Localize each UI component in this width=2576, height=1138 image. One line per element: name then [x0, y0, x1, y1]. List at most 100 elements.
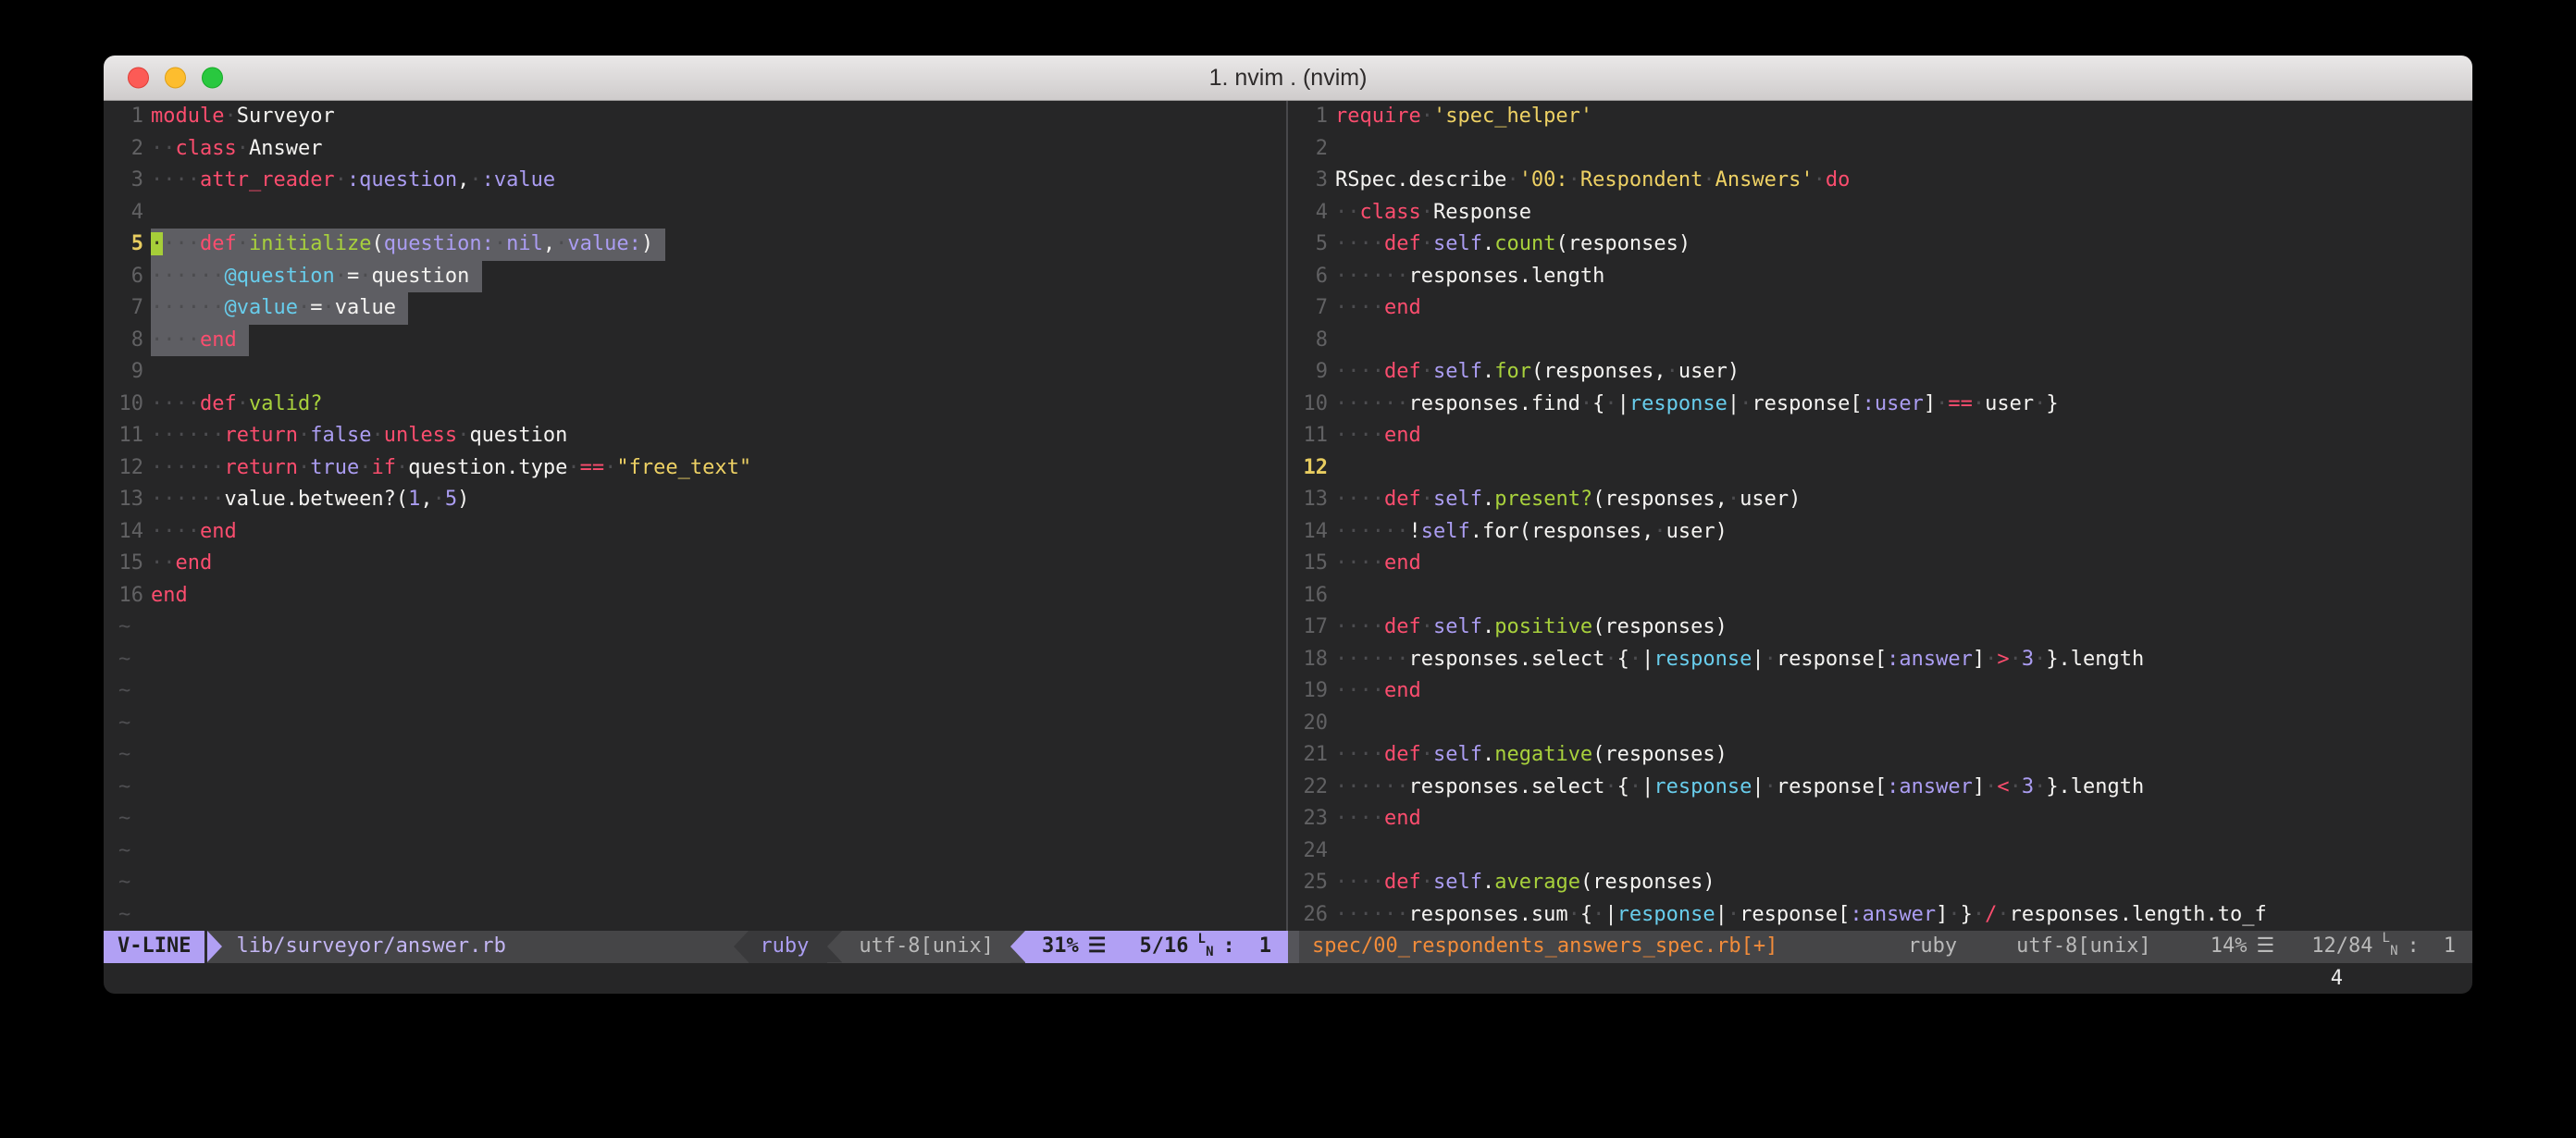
- empty-line[interactable]: 8: [1288, 325, 2472, 357]
- token-kw: def: [1384, 615, 1421, 638]
- code-line[interactable]: 13······value.between?(1,·5): [104, 484, 1286, 516]
- token-cy: response: [1653, 775, 1752, 798]
- code-line[interactable]: 3····attr_reader·:question,·:value: [104, 165, 1286, 197]
- close-button[interactable]: [128, 68, 149, 89]
- line-number: 5: [104, 229, 143, 261]
- code-line[interactable]: 3RSpec.describe·'00:·Respondent·Answers'…: [1288, 165, 2472, 197]
- line-number-icon: LN: [1198, 932, 1214, 961]
- code-text: ····end: [1335, 420, 1421, 452]
- token-ws: ·: [1973, 392, 1985, 415]
- scroll-percent: 31%: [1042, 931, 1079, 963]
- token-kw: >: [1997, 648, 2009, 671]
- token-pl: ): [457, 488, 469, 511]
- code-line[interactable]: 19····end: [1288, 675, 2472, 708]
- tilde-marker: ~: [104, 867, 130, 899]
- token-pl: {: [1617, 648, 1629, 671]
- line-number: 22: [1288, 772, 1328, 804]
- editor-pane-left[interactable]: 1module·Surveyor2··class·Answer3····attr…: [104, 101, 1286, 931]
- empty-line[interactable]: 4: [104, 197, 1286, 229]
- empty-line[interactable]: 9: [104, 356, 1286, 389]
- empty-line[interactable]: 24: [1288, 835, 2472, 868]
- code-line[interactable]: 22······responses.select·{·|response|·re…: [1288, 772, 2472, 804]
- token-ws: ·: [237, 392, 249, 415]
- code-line[interactable]: 26······responses.sum·{·|response|·respo…: [1288, 899, 2472, 932]
- code-line[interactable]: 11····end: [1288, 420, 2472, 452]
- code-line[interactable]: 13····def·self.present?(responses,·user): [1288, 484, 2472, 516]
- empty-line[interactable]: 2: [1288, 133, 2472, 166]
- code-line[interactable]: 9····def·self.for(responses,·user): [1288, 356, 2472, 389]
- token-kw: ==: [1948, 392, 1973, 415]
- token-kw: def: [200, 232, 237, 255]
- line-number: 12: [104, 452, 143, 485]
- code-line[interactable]: 10····def·valid?: [104, 389, 1286, 421]
- token-ws: ·: [298, 456, 310, 479]
- code-line[interactable]: 6······responses.length: [1288, 261, 2472, 293]
- code-line[interactable]: 15··end: [104, 548, 1286, 580]
- minimize-button[interactable]: [165, 68, 186, 89]
- token-ws: ····: [1335, 232, 1384, 255]
- token-fn: initialize: [249, 232, 371, 255]
- empty-line[interactable]: 12: [1288, 452, 2472, 485]
- token-pl: .: [1482, 871, 1494, 894]
- tilde-line: ~: [104, 644, 1286, 676]
- code-line[interactable]: 25····def·self.average(responses): [1288, 867, 2472, 899]
- code-line[interactable]: 5····def·self.count(responses): [1288, 229, 2472, 261]
- code-line[interactable]: 16end: [104, 580, 1286, 612]
- code-line[interactable]: 5····def·initialize(question:·nil,·value…: [104, 229, 1286, 261]
- code-line[interactable]: 1module·Surveyor: [104, 101, 1286, 133]
- pending-command-count: 4: [2331, 963, 2343, 995]
- empty-line[interactable]: 16: [1288, 580, 2472, 612]
- selected-code-text: ······@value·=·value: [151, 292, 408, 325]
- token-pl: (responses): [1592, 743, 1728, 766]
- code-line[interactable]: 15····end: [1288, 548, 2472, 580]
- code-line[interactable]: 7····end: [1288, 292, 2472, 325]
- token-kw: end: [1384, 679, 1421, 702]
- code-text: ····def·self.positive(responses): [1335, 612, 1728, 644]
- tilde-marker: ~: [104, 803, 130, 835]
- token-str: 'spec_helper': [1433, 105, 1592, 128]
- token-pl: |: [1752, 775, 1764, 798]
- window-titlebar[interactable]: 1. nvim . (nvim): [104, 56, 2472, 101]
- code-line[interactable]: 2··class·Answer: [104, 133, 1286, 166]
- code-text: ··class·Answer: [151, 133, 322, 166]
- tilde-marker: ~: [104, 772, 130, 804]
- code-text: ······!self.for(responses,·user): [1335, 516, 1728, 549]
- code-line[interactable]: 1require·'spec_helper': [1288, 101, 2472, 133]
- code-line[interactable]: 7······@value·=·value: [104, 292, 1286, 325]
- command-line[interactable]: 4: [104, 963, 2472, 995]
- code-line[interactable]: 14····end: [104, 516, 1286, 549]
- token-kw: if: [371, 456, 396, 479]
- token-pu: self: [1433, 232, 1482, 255]
- token-ws: ·: [1421, 105, 1433, 128]
- code-line[interactable]: 23····end: [1288, 803, 2472, 835]
- code-line[interactable]: 14······!self.for(responses,·user): [1288, 516, 2472, 549]
- zoom-button[interactable]: [202, 68, 223, 89]
- code-line[interactable]: 18······responses.select·{·|response|·re…: [1288, 644, 2472, 676]
- selected-code-text: ····def·initialize(question:·nil,·value:…: [151, 229, 665, 261]
- token-ws: ······: [1335, 903, 1408, 926]
- code-line[interactable]: 4··class·Response: [1288, 197, 2472, 229]
- code-text: ····def·self.present?(responses,·user): [1335, 484, 1801, 516]
- code-text: ······responses.select·{·|response|·resp…: [1335, 644, 2144, 676]
- token-pl: (responses): [1555, 232, 1690, 255]
- line-number: 11: [104, 420, 143, 452]
- token-ws: ·: [396, 456, 408, 479]
- code-text: ······responses.find·{·|response|·respon…: [1335, 389, 2059, 421]
- code-line[interactable]: 10······responses.find·{·|response|·resp…: [1288, 389, 2472, 421]
- code-line[interactable]: 12······return·true·if·question.type·==·…: [104, 452, 1286, 485]
- empty-line[interactable]: 20: [1288, 708, 2472, 740]
- code-line[interactable]: 8····end: [104, 325, 1286, 357]
- token-kw: return: [224, 456, 297, 479]
- token-ws: ·: [433, 488, 445, 511]
- code-line[interactable]: 11······return·false·unless·question: [104, 420, 1286, 452]
- code-line[interactable]: 6······@question·=·question: [104, 261, 1286, 293]
- token-ws: ······: [1335, 392, 1408, 415]
- selection-eol-pad: [469, 265, 481, 288]
- editor-pane-right[interactable]: 1require·'spec_helper'23RSpec.describe·'…: [1288, 101, 2472, 931]
- token-ws: ······: [151, 296, 224, 319]
- token-ws: ····: [1335, 296, 1384, 319]
- token-kw: unless: [384, 424, 457, 447]
- token-pl: value.between?(: [224, 488, 408, 511]
- code-line[interactable]: 21····def·self.negative(responses): [1288, 739, 2472, 772]
- code-line[interactable]: 17····def·self.positive(responses): [1288, 612, 2472, 644]
